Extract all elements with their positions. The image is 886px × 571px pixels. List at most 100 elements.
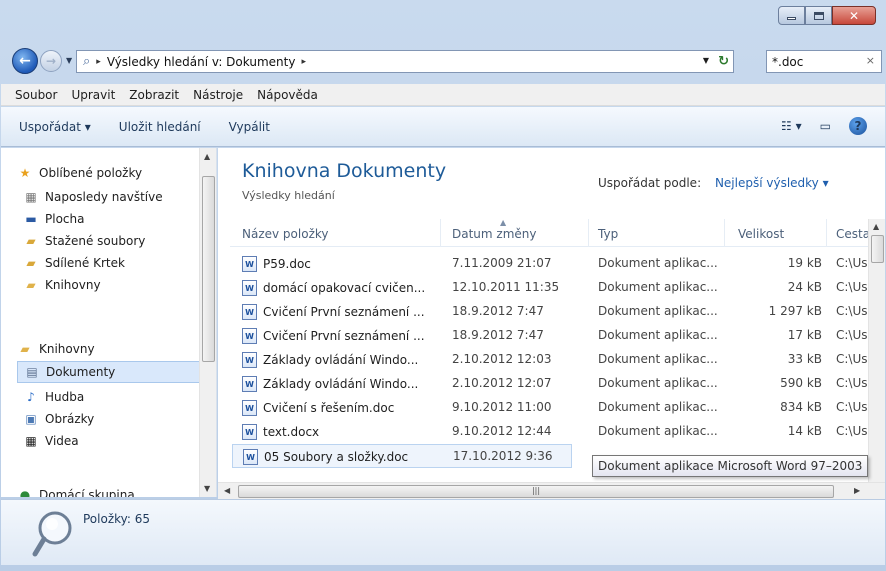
column-name[interactable]: Název položky	[242, 227, 328, 241]
file-row[interactable]: W Základy ovládání Windo... 2.10.2012 12:…	[232, 372, 872, 396]
search-input[interactable]	[772, 54, 862, 69]
menu-zobrazit[interactable]: Zobrazit	[129, 88, 179, 102]
file-row[interactable]: Wtext.docx 9.10.2012 12:44 Dokument apli…	[232, 420, 872, 444]
column-divider[interactable]	[724, 219, 725, 247]
word-document-icon: W	[242, 280, 257, 296]
file-size: 17 kB	[787, 328, 822, 342]
column-divider[interactable]	[440, 219, 441, 247]
nav-desktop-label: Plocha	[45, 212, 85, 226]
menu-nastroje[interactable]: Nástroje	[193, 88, 243, 102]
file-size: 33 kB	[787, 352, 822, 366]
nav-documents[interactable]: ▤ Dokumenty	[17, 361, 201, 383]
scroll-down-icon[interactable]: ▼	[204, 484, 210, 493]
scroll-right-icon[interactable]: ▶	[854, 486, 860, 495]
file-row-hovered[interactable]: W 05 Soubory a složky.doc 17.10.2012 9:36	[232, 444, 572, 468]
content-vertical-scrollbar[interactable]: ▲	[868, 219, 885, 482]
homegroup-icon: ●	[19, 488, 31, 497]
file-name: Základy ovládání Windo...	[263, 353, 419, 367]
breadcrumb-location[interactable]: Výsledky hledání v: Dokumenty	[107, 55, 296, 69]
back-button[interactable]: ←	[12, 48, 38, 74]
nav-libraries-fav[interactable]: ▰ Knihovny	[23, 274, 100, 296]
nav-downloads[interactable]: ▰ Stažené soubory	[23, 230, 145, 252]
close-button[interactable]: ✕	[832, 6, 876, 25]
refresh-icon[interactable]: ↻	[718, 54, 729, 69]
column-type[interactable]: Typ	[598, 227, 618, 241]
nav-favorites[interactable]: ★ Oblíbené položky	[17, 162, 142, 184]
scroll-left-icon[interactable]: ◀	[224, 486, 230, 495]
nav-music[interactable]: ♪ Hudba	[23, 386, 84, 408]
file-row[interactable]: W Základy ovládání Windo... 2.10.2012 12:…	[232, 348, 872, 372]
forward-arrow-icon: →	[45, 54, 57, 68]
nav-videos-label: Videa	[45, 434, 79, 448]
file-type: Dokument aplikac...	[598, 304, 718, 318]
burn-button[interactable]: Vypálit	[229, 120, 270, 134]
file-size: 24 kB	[787, 280, 822, 294]
minimize-button[interactable]	[778, 6, 805, 25]
file-size: 14 kB	[787, 424, 822, 438]
file-row[interactable]: W Cvičení První seznámení ... 18.9.2012 7…	[232, 324, 872, 348]
file-name: Cvičení s řešením.doc	[263, 401, 395, 415]
file-size: 834 kB	[780, 400, 822, 414]
breadcrumb-separator[interactable]: ▸	[96, 57, 101, 67]
nav-libraries[interactable]: ▰ Knihovny	[17, 338, 94, 360]
save-search-button[interactable]: Uložit hledání	[119, 120, 201, 134]
file-row[interactable]: W Cvičení První seznámení ... 18.9.2012 7…	[232, 300, 872, 324]
file-name: Cvičení První seznámení ...	[263, 305, 425, 319]
horizontal-scroll-thumb[interactable]: |||	[238, 485, 834, 498]
file-row[interactable]: W P59.doc 7.11.2009 21:07 Dokument aplika…	[232, 252, 872, 276]
nav-scroll-thumb[interactable]	[202, 176, 215, 362]
arrange-by: Uspořádat podle: Nejlepší výsledky ▾	[598, 176, 829, 190]
nav-desktop[interactable]: ▬ Plocha	[23, 208, 84, 230]
nav-shared[interactable]: ▰ Sdílené Krtek	[23, 252, 125, 274]
desktop-icon: ▬	[25, 212, 37, 226]
organize-button[interactable]: Uspořádat ▾	[19, 120, 91, 134]
file-type: Dokument aplikac...	[598, 400, 718, 414]
preview-pane-icon[interactable]: ▭	[820, 119, 831, 133]
nav-downloads-label: Stažené soubory	[45, 234, 146, 248]
help-icon[interactable]: ?	[849, 117, 867, 135]
file-type: Dokument aplikac...	[598, 280, 718, 294]
menu-napoveda[interactable]: Nápověda	[257, 88, 318, 102]
file-date: 7.11.2009 21:07	[452, 256, 552, 270]
scroll-up-icon[interactable]: ▲	[204, 152, 210, 161]
scroll-up-icon[interactable]: ▲	[873, 222, 879, 231]
nav-pictures[interactable]: ▣ Obrázky	[23, 408, 94, 430]
nav-videos[interactable]: ▦ Videa	[23, 430, 79, 452]
nav-scrollbar[interactable]: ▲ ▼	[199, 148, 216, 497]
breadcrumb-trailing-separator[interactable]: ▸	[301, 57, 306, 67]
nav-homegroup[interactable]: ● Domácí skupina	[17, 484, 135, 497]
file-name: P59.doc	[263, 257, 311, 271]
file-name: text.docx	[263, 425, 320, 439]
search-box[interactable]: ×	[766, 50, 882, 73]
arrange-by-dropdown[interactable]: Nejlepší výsledky ▾	[715, 176, 829, 190]
close-icon: ✕	[848, 8, 860, 23]
clear-search-icon[interactable]: ×	[866, 54, 875, 67]
views-icon[interactable]: ☷ ▾	[781, 119, 802, 133]
file-row[interactable]: W Cvičení s řešením.doc 9.10.2012 11:00 D…	[232, 396, 872, 420]
column-path[interactable]: Cesta	[836, 227, 870, 241]
nav-pictures-label: Obrázky	[45, 412, 95, 426]
nav-recent-places[interactable]: ▦ Naposledy navštíve	[23, 186, 162, 208]
address-dropdown-icon[interactable]: ▼	[703, 56, 709, 65]
horizontal-scrollbar[interactable]: ◀ ||| ▶	[218, 482, 885, 499]
star-icon: ★	[19, 166, 31, 180]
file-path: C:\Us	[836, 400, 868, 414]
column-size[interactable]: Velikost	[738, 227, 784, 241]
address-bar[interactable]: ⌕ ▸ Výsledky hledání v: Dokumenty ▸ ▼ ↻	[76, 50, 734, 73]
navigation-pane: ★ Oblíbené položky ▦ Naposledy navštíve …	[1, 148, 217, 497]
column-divider[interactable]	[588, 219, 589, 247]
file-row[interactable]: Wdomácí opakovací cvičen... 12.10.2011 1…	[232, 276, 872, 300]
file-size: 19 kB	[787, 256, 822, 270]
library-title: Knihovna Dokumenty	[242, 160, 447, 182]
menu-upravit[interactable]: Upravit	[71, 88, 115, 102]
file-date: 2.10.2012 12:03	[452, 352, 552, 366]
file-size: 590 kB	[780, 376, 822, 390]
forward-button[interactable]: →	[40, 50, 62, 72]
menu-soubor[interactable]: Soubor	[15, 88, 57, 102]
recent-pages-dropdown[interactable]: ▼	[66, 56, 72, 65]
maximize-button[interactable]	[805, 6, 832, 25]
column-date[interactable]: Datum změny	[452, 227, 537, 241]
file-date: 12.10.2011 11:35	[452, 280, 560, 294]
column-divider[interactable]	[826, 219, 827, 247]
content-scroll-thumb[interactable]	[871, 235, 884, 263]
